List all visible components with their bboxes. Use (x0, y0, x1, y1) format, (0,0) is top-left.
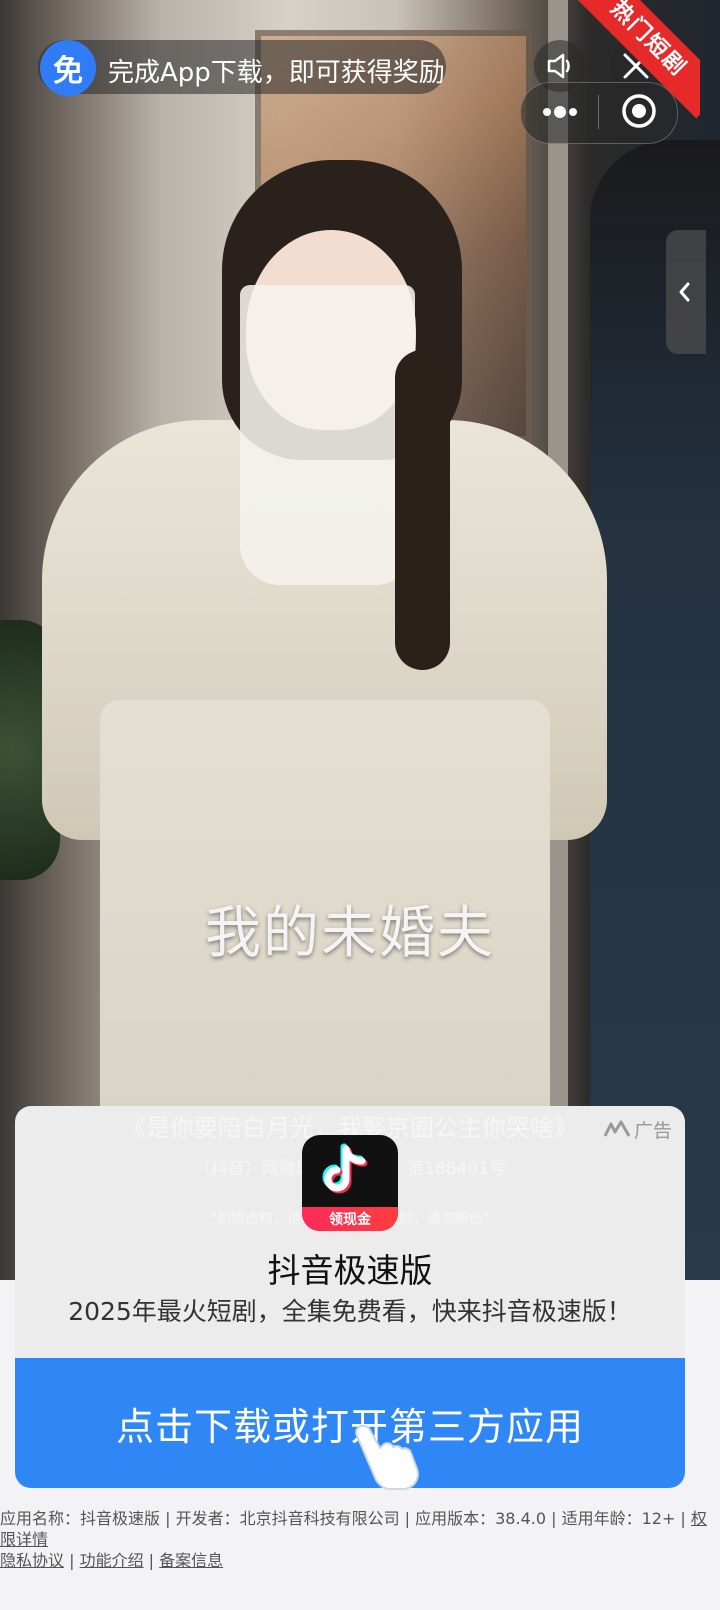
ad-network-logo-icon (603, 1120, 631, 1137)
pointing-hand-icon (355, 1424, 419, 1490)
features-link[interactable]: 功能介绍 (80, 1551, 144, 1570)
video-subtitle: 我的未婚夫 (205, 901, 495, 966)
promo-text: 完成App下载，即可获得奖励 (108, 58, 445, 88)
ribbon-text: 热门短剧 (568, 0, 700, 119)
icon-cash-band: 领现金 (302, 1207, 398, 1231)
video-frame[interactable]: 我的未婚夫 (0, 0, 720, 1280)
footer-sep: | (143, 1551, 160, 1570)
download-button[interactable]: 点击下载或打开第三方应用 (15, 1358, 685, 1488)
footer-sep: | (64, 1551, 80, 1570)
tiktok-note-icon (322, 1143, 368, 1194)
privacy-link[interactable]: 隐私协议 (0, 1551, 64, 1570)
free-badge: 免 (40, 40, 96, 96)
side-expand-tab[interactable] (666, 230, 706, 354)
filing-link[interactable]: 备案信息 (159, 1551, 223, 1570)
ad-label: 广告 (634, 1120, 673, 1142)
footer-app-info: 应用名称：抖音极速版 | 开发者：北京抖音科技有限公司 | 应用版本：38.4.… (0, 1509, 691, 1528)
app-name: 抖音极速版 (267, 1251, 433, 1290)
app-description: 2025年最火短剧，全集免费看，快来抖音极速版！ (68, 1297, 632, 1326)
hot-drama-ribbon: 热门短剧 (560, 0, 700, 140)
chevron-left-icon (679, 282, 690, 302)
ponytail (395, 350, 450, 670)
app-info-footer: 应用名称：抖音极速版 | 开发者：北京抖音科技有限公司 | 应用版本：38.4.… (0, 1508, 712, 1571)
face-veil (240, 285, 415, 585)
app-icon[interactable]: 领现金 (302, 1135, 398, 1231)
